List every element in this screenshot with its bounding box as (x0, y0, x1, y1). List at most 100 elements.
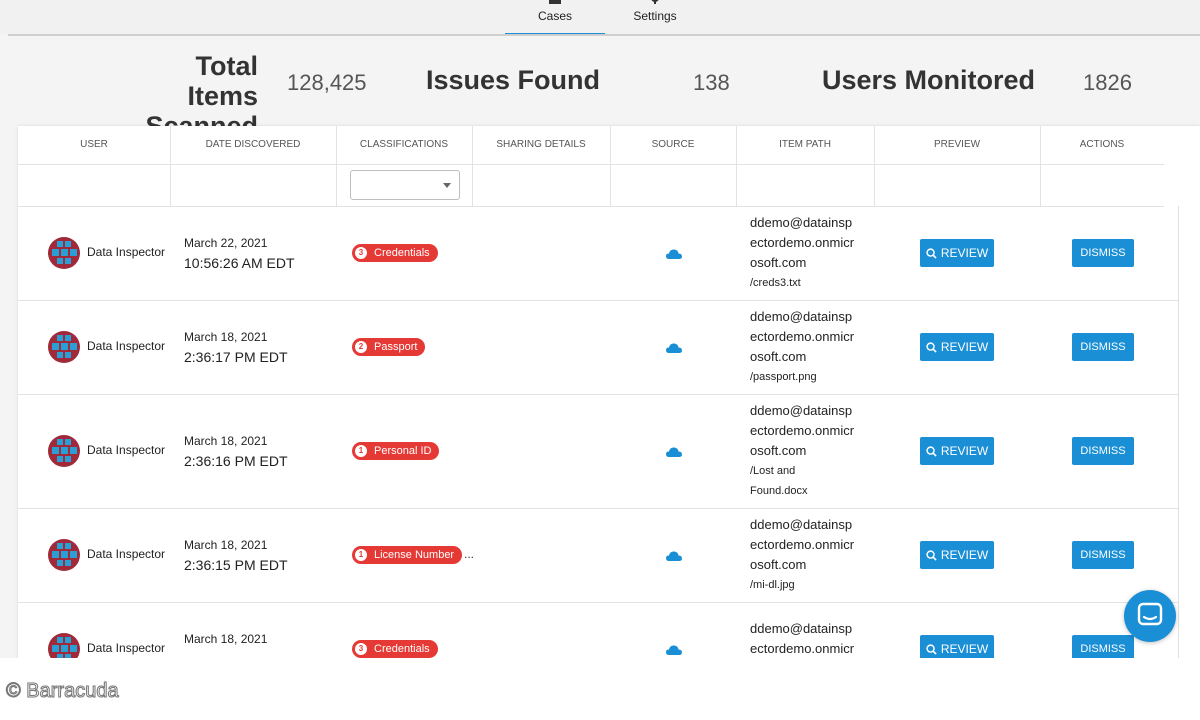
item-path-line: ectordemo.onmicr (750, 641, 855, 656)
date-line: March 18, 2021 (184, 538, 268, 552)
search-icon (926, 248, 937, 259)
classification-badge[interactable]: 3 Credentials (352, 640, 438, 658)
classification-count: 2 (355, 341, 367, 353)
classification-count: 1 (355, 445, 367, 457)
classification-filter-select[interactable] (350, 170, 460, 200)
classification-badge[interactable]: 3 Credentials (352, 244, 438, 262)
search-icon (926, 550, 937, 561)
filter-date (170, 164, 337, 207)
item-path-line: ddemo@datainsp (750, 403, 853, 418)
review-button[interactable]: REVIEW (920, 239, 994, 267)
col-header-actions[interactable]: ACTIONS (1040, 126, 1164, 164)
item-path-line: osoft.com (750, 349, 807, 364)
search-icon (926, 644, 937, 655)
date-discovered: March 18, 2021 2:36:17 PM EDT (184, 327, 288, 367)
classification-badge[interactable]: 1 Personal ID (352, 442, 440, 460)
dismiss-button[interactable]: DISMISS (1072, 437, 1134, 465)
review-button[interactable]: REVIEW (920, 635, 994, 658)
table-row[interactable]: Data Inspector March 18, 2021 2:36:17 PM… (18, 300, 1178, 395)
item-path: ddemo@datainsp ectordemo.onmicr osoft.com … (750, 401, 870, 501)
table-body[interactable]: Data Inspector March 22, 2021 10:56:26 A… (18, 206, 1179, 658)
item-path-line: ddemo@datainsp (750, 309, 853, 324)
col-header-preview[interactable]: PREVIEW (874, 126, 1041, 164)
user-name: Data Inspector (87, 443, 166, 457)
date-line: March 22, 2021 (184, 236, 268, 250)
classification-badge[interactable]: 1 License Number (352, 546, 463, 564)
user-name: Data Inspector (87, 547, 166, 561)
avatar (48, 633, 80, 658)
filter-preview (874, 164, 1041, 207)
review-button[interactable]: REVIEW (920, 437, 994, 465)
date-line: March 18, 2021 (184, 330, 268, 344)
filter-sharing (472, 164, 611, 207)
filter-source (610, 164, 737, 207)
review-label: REVIEW (940, 548, 989, 562)
time-line: 2:36:16 PM EDT (184, 453, 288, 469)
review-label: REVIEW (940, 340, 989, 354)
onedrive-cloud-icon (666, 645, 682, 655)
date-discovered: March 18, 2021 2:36:15 PM EDT (184, 535, 288, 575)
copyright-watermark: © Barracuda (6, 680, 120, 703)
search-icon (926, 446, 937, 457)
review-label: REVIEW (940, 642, 989, 656)
time-line: 2:36:17 PM EDT (184, 349, 288, 365)
top-nav: Cases Settings (0, 0, 1200, 36)
item-file-name: /creds3.txt (750, 277, 801, 289)
issues-found-value: 138 (693, 70, 730, 95)
col-header-classifications[interactable]: CLASSIFICATIONS (336, 126, 473, 164)
table-row[interactable]: Data Inspector March 18, 2021 2:36:15 PM… (18, 508, 1178, 603)
avatar (48, 539, 80, 571)
table-row[interactable]: Data Inspector March 18, 2021 3 Credenti… (18, 602, 1178, 658)
tab-settings[interactable]: Settings (615, 0, 695, 34)
users-monitored-value: 1826 (1083, 70, 1132, 95)
tab-settings-label: Settings (633, 9, 677, 23)
avatar (48, 435, 80, 467)
stats-bar: Total Items Scanned 128,425 Issues Found… (0, 36, 1200, 141)
col-header-user[interactable]: USER (18, 126, 171, 164)
item-path: ddemo@datainsp ectordemo.onmicr osoft.com … (750, 213, 870, 293)
chevron-down-icon (443, 183, 451, 188)
table-row[interactable]: Data Inspector March 18, 2021 2:36:16 PM… (18, 394, 1178, 509)
tab-cases-label: Cases (537, 9, 572, 23)
col-header-sharing[interactable]: SHARING DETAILS (472, 126, 611, 164)
col-header-source[interactable]: SOURCE (610, 126, 737, 164)
dismiss-button[interactable]: DISMISS (1072, 239, 1134, 267)
date-discovered: March 22, 2021 10:56:26 AM EDT (184, 233, 295, 273)
onedrive-cloud-icon (666, 249, 682, 259)
onedrive-cloud-icon (666, 447, 682, 457)
item-path-line: ddemo@datainsp (750, 215, 853, 230)
tab-cases[interactable]: Cases (505, 0, 605, 34)
item-path-line: ectordemo.onmicr (750, 423, 855, 438)
time-line: 10:56:26 AM EDT (184, 255, 295, 271)
col-header-item-path[interactable]: ITEM PATH (736, 126, 875, 164)
date-line: March 18, 2021 (184, 632, 268, 646)
filter-item-path (736, 164, 875, 207)
user-name: Data Inspector (87, 641, 166, 655)
item-path-line: ectordemo.onmicr (750, 235, 855, 250)
review-button[interactable]: REVIEW (920, 541, 994, 569)
chat-icon (1137, 602, 1163, 626)
avatar (48, 237, 80, 269)
review-button[interactable]: REVIEW (920, 333, 994, 361)
issues-found-label: Issues Found (426, 65, 601, 95)
classification-badge[interactable]: 2 Passport (352, 338, 426, 356)
total-items-label-line1: Total Items (187, 51, 258, 111)
item-file-name: Found.docx (750, 485, 808, 497)
filter-actions (1040, 164, 1164, 207)
chat-launcher-button[interactable] (1124, 590, 1176, 642)
more-classifications[interactable]: ... (464, 547, 474, 561)
onedrive-cloud-icon (666, 343, 682, 353)
date-discovered: March 18, 2021 2:36:16 PM EDT (184, 431, 288, 471)
time-line: 2:36:15 PM EDT (184, 557, 288, 573)
review-label: REVIEW (940, 444, 989, 458)
table-row[interactable]: Data Inspector March 22, 2021 10:56:26 A… (18, 206, 1178, 301)
classification-count: 1 (355, 549, 367, 561)
classification-label: Credentials (374, 247, 430, 259)
classification-count: 3 (355, 643, 367, 655)
total-items-value: 128,425 (287, 70, 367, 95)
item-path: ddemo@datainspectordemo.onmicrosoft.com (750, 619, 870, 658)
dismiss-button[interactable]: DISMISS (1072, 333, 1134, 361)
col-header-date[interactable]: DATE DISCOVERED (170, 126, 337, 164)
item-file-name: /passport.png (750, 371, 817, 383)
dismiss-button[interactable]: DISMISS (1072, 541, 1134, 569)
